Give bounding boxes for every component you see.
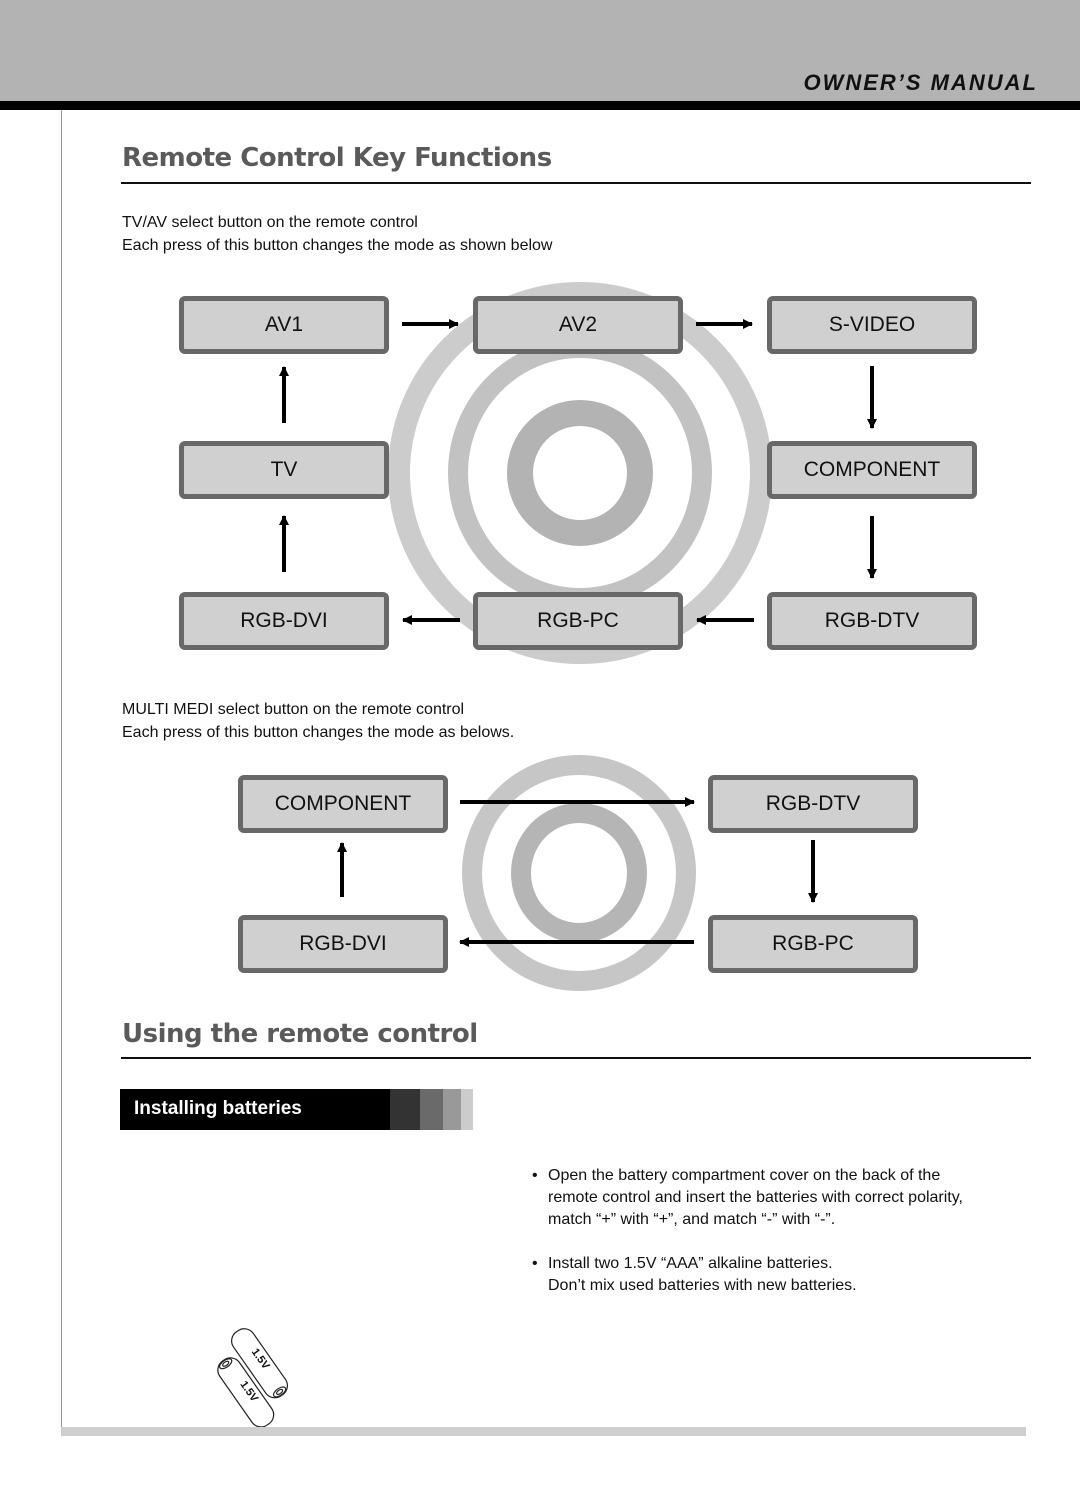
instruction-line: match “+” with “+”, and match “-” with “… [548,1211,836,1228]
instruction-list: • Open the battery compartment cover on … [532,1165,1042,1319]
mode-box-av2: AV2 [473,296,683,354]
mode-box-av1: AV1 [179,296,389,354]
instruction-line: Don’t mix used batteries with new batter… [548,1277,857,1294]
section-rule [121,1057,1031,1059]
tvav-intro: TV/AV select button on the remote contro… [122,211,552,257]
instruction-item: • Install two 1.5V “AAA” alkaline batter… [532,1253,1042,1297]
instruction-line: Install two 1.5V “AAA” alkaline batterie… [548,1255,833,1272]
subheading-label: Installing batteries [134,1098,302,1119]
subheading-fade-block [443,1089,461,1130]
section-title-using-remote: Using the remote control [122,1019,478,1049]
instruction-item: • Open the battery compartment cover on … [532,1165,1042,1231]
concentric-rings-decoration-2 [462,755,696,991]
mode-box-component: COMPONENT [767,441,977,499]
subheading-installing-batteries: Installing batteries [120,1089,473,1130]
subheading-fade-block [420,1089,443,1130]
mm-mode-box-component: COMPONENT [238,775,448,833]
mm-mode-box-rgb-pc: RGB-PC [708,915,918,973]
subheading-fade-block [390,1089,420,1130]
multimedia-intro-line1: MULTI MEDI select button on the remote c… [122,701,465,718]
instruction-line: remote control and insert the batteries … [548,1189,963,1206]
mode-box-tv: TV [179,441,389,499]
multimedia-intro-line2: Each press of this button changes the mo… [122,724,515,741]
mode-box-svideo: S-VIDEO [767,296,977,354]
bullet-marker: • [532,1167,538,1184]
mm-mode-box-rgb-dvi: RGB-DVI [238,915,448,973]
mode-box-rgb-dvi: RGB-DVI [179,592,389,650]
mm-mode-box-rgb-dtv: RGB-DTV [708,775,918,833]
tvav-intro-line1: TV/AV select button on the remote contro… [122,214,418,231]
instruction-line: Open the battery compartment cover on th… [548,1167,941,1184]
multimedia-intro: MULTI MEDI select button on the remote c… [122,698,514,744]
tvav-intro-line2: Each press of this button changes the mo… [122,237,553,254]
header-title: OWNER’S MANUAL [803,70,1038,95]
section-title-key-functions: Remote Control Key Functions [122,143,552,173]
footer-bar [61,1427,1026,1436]
header-rule [0,101,1080,110]
subheading-fade-block [461,1089,473,1130]
left-margin-rule [61,110,62,1436]
section-rule [121,182,1031,184]
mode-box-rgb-pc: RGB-PC [473,592,683,650]
aaa-batteries-illustration: 1.5V 1.5V [217,1328,288,1428]
bullet-marker: • [532,1255,538,1272]
mode-box-rgb-dtv: RGB-DTV [767,592,977,650]
